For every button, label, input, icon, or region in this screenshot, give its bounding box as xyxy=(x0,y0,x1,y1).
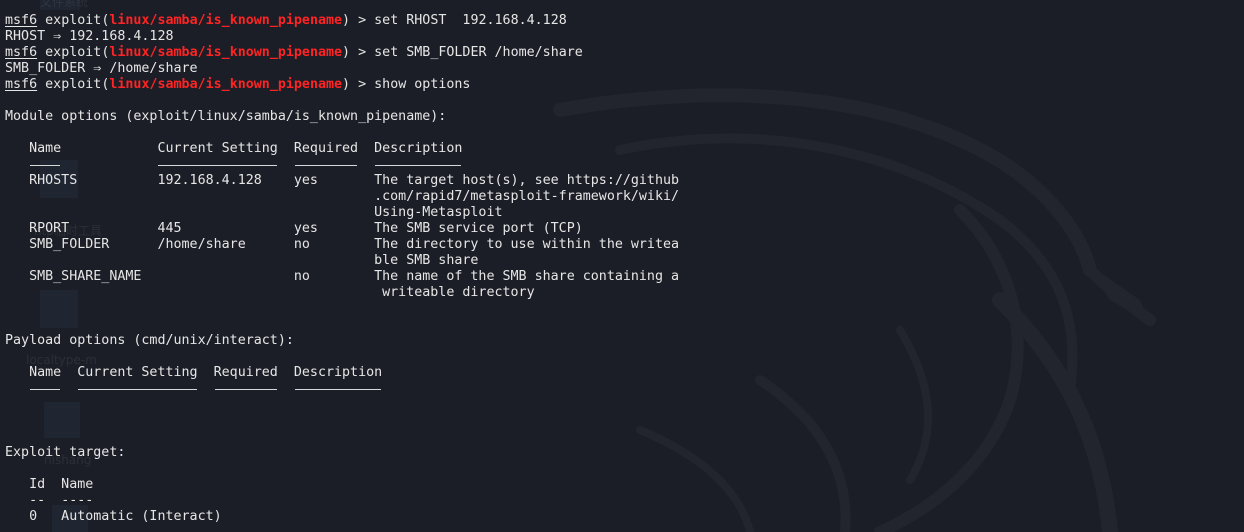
terminal-output: msf6 exploit(linux/samba/is_known_pipena… xyxy=(5,13,1235,525)
output-line: RHOST ⇒ 192.168.4.128 xyxy=(5,29,174,44)
output-line: RHOSTS 192.168.4.128 yes The target host… xyxy=(5,173,680,188)
module-path: linux/samba/is_known_pipename xyxy=(109,13,343,28)
command-line: msf6 exploit(linux/samba/is_known_pipena… xyxy=(5,45,583,60)
output-line: Module options (exploit/linux/samba/is_k… xyxy=(5,109,447,124)
output-line: Name Current Setting Required Descriptio… xyxy=(5,365,383,380)
prompt-keyword: exploit xyxy=(45,13,102,28)
rule-gap xyxy=(5,493,29,508)
output-line: .com/rapid7/metasploit-framework/wiki/ xyxy=(5,189,680,204)
prompt-label: msf6 xyxy=(5,45,38,60)
column-rule: ----------- xyxy=(294,381,382,397)
prompt-label: msf6 xyxy=(5,77,38,92)
command-text: show options xyxy=(374,77,471,92)
module-path: linux/samba/is_known_pipename xyxy=(109,45,343,60)
command-line: msf6 exploit(linux/samba/is_known_pipena… xyxy=(5,77,471,92)
rule-gap xyxy=(61,381,77,396)
rule-gap xyxy=(45,493,61,508)
rule-gap xyxy=(358,157,374,172)
column-rule: -------- xyxy=(294,157,358,173)
rule-gap xyxy=(5,157,29,172)
prompt-keyword: exploit xyxy=(45,77,102,92)
output-line: 0 Automatic (Interact) xyxy=(5,509,222,524)
rule-gap xyxy=(61,157,157,172)
column-rule: --------------- xyxy=(157,157,278,173)
output-line: ble SMB share xyxy=(5,253,479,268)
column-rule: ---- xyxy=(29,157,61,173)
header-underline: ---- --------------- -------- ----------… xyxy=(5,381,1235,397)
rule-gap xyxy=(198,381,214,396)
command-text: set RHOST 192.168.4.128 xyxy=(374,13,567,28)
column-rule: ---- xyxy=(61,493,94,508)
command-text: set SMB_FOLDER /home/share xyxy=(374,45,583,60)
prompt-label: msf6 xyxy=(5,13,38,28)
module-path: linux/samba/is_known_pipename xyxy=(109,77,343,92)
output-line: Id Name xyxy=(5,477,94,492)
dash-line: -- ---- xyxy=(5,493,1235,509)
rule-gap xyxy=(278,381,294,396)
column-rule: ---- xyxy=(29,381,61,397)
prompt-keyword: exploit xyxy=(45,45,102,60)
terminal-window[interactable]: 文件系统 ntp临时工具 localtype-m nishang msf6 ex… xyxy=(0,0,1244,532)
output-line: writeable directory xyxy=(5,285,535,300)
output-line: Name Current Setting Required Descriptio… xyxy=(5,141,463,156)
output-line: RPORT 445 yes The SMB service port (TCP) xyxy=(5,221,583,236)
rule-gap xyxy=(5,381,29,396)
command-line: msf6 exploit(linux/samba/is_known_pipena… xyxy=(5,13,567,28)
output-line: SMB_FOLDER /home/share no The directory … xyxy=(5,237,680,252)
output-line: SMB_FOLDER ⇒ /home/share xyxy=(5,61,198,76)
rule-gap xyxy=(278,157,294,172)
column-rule: ----------- xyxy=(374,157,462,173)
output-line: Exploit target: xyxy=(5,445,126,460)
output-line: SMB_SHARE_NAME no The name of the SMB sh… xyxy=(5,269,680,284)
column-rule: -- xyxy=(29,493,46,508)
column-rule: --------------- xyxy=(77,381,197,397)
output-line: Using-Metasploit xyxy=(5,205,503,220)
ghost-icon-label: 文件系统 xyxy=(40,0,89,9)
header-underline: ---- --------------- -------- ----------… xyxy=(5,157,1235,173)
output-line: Payload options (cmd/unix/interact): xyxy=(5,333,294,348)
column-rule: -------- xyxy=(214,381,278,397)
